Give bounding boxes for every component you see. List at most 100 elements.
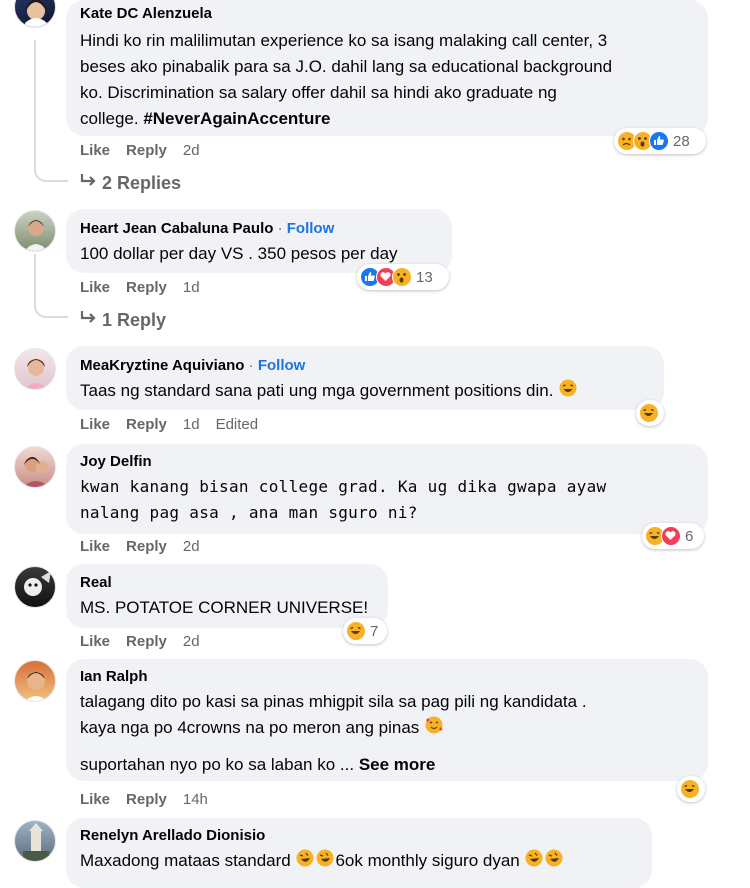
comment-author[interactable]: Kate DC Alenzuela (80, 4, 694, 24)
comment-timestamp[interactable]: 14h (183, 791, 208, 808)
comment-text: kwan kanang bisan college grad. Ka ug di… (80, 474, 694, 526)
comment-author[interactable]: Ian Ralph (80, 667, 694, 687)
comment-text-line: kwan kanang bisan college grad. Ka ug di… (80, 477, 607, 496)
wow-reaction-icon (392, 267, 412, 287)
see-more-link[interactable]: See more (359, 755, 436, 774)
reaction-summary[interactable]: 28 (614, 128, 706, 154)
comment-text: Maxadong mataas standard 6ok monthly sig… (80, 848, 638, 875)
comment-bubble: MeaKryztine Aquiviano · Follow Taas ng s… (66, 346, 664, 410)
comment-text: Hindi ko rin malilimutan experience ko s… (80, 28, 694, 132)
comment-text: talagang dito po kasi sa pinas mhigpit s… (80, 689, 694, 778)
comment-author: MeaKryztine Aquiviano · Follow (80, 356, 650, 376)
comment-actions: Like Reply 2d (80, 142, 216, 159)
comment-timestamp[interactable]: 1d (183, 279, 200, 296)
comment-author[interactable]: Renelyn Arellado Dionisio (80, 826, 638, 846)
thread-connector (34, 304, 68, 318)
haha-reaction-icon (680, 779, 700, 799)
author-name[interactable]: MeaKryztine Aquiviano (80, 357, 244, 374)
comment-bubble: Real MS. POTATOE CORNER UNIVERSE! (66, 564, 388, 628)
reply-arrow-icon (80, 310, 102, 331)
like-button[interactable]: Like (80, 142, 110, 159)
comment-author[interactable]: Real (80, 573, 374, 593)
avatar[interactable] (14, 446, 56, 488)
reply-button[interactable]: Reply (126, 416, 167, 433)
reaction-summary[interactable] (636, 400, 664, 426)
like-reaction-icon (649, 131, 669, 151)
like-button[interactable]: Like (80, 416, 110, 433)
comment-timestamp[interactable]: 2d (183, 142, 200, 159)
comment-bubble: Kate DC Alenzuela Hindi ko rin malilimut… (66, 0, 708, 136)
comment-text: Taas ng standard sana pati ung mga gover… (80, 378, 650, 405)
replies-count-label: 1 Reply (102, 310, 167, 330)
reply-arrow-icon (80, 173, 102, 194)
thread-line (34, 40, 36, 168)
comment-text-line: beses ako pinabalik para sa J.O. dahil l… (80, 57, 613, 76)
laughing-emoji-icon (559, 379, 577, 405)
rofl-emoji-icon (296, 849, 314, 875)
comment-text-line: ko. Discrimination sa salary offer dahil… (80, 83, 557, 102)
comment-actions: Like Reply 1d (80, 279, 216, 296)
avatar[interactable] (14, 210, 56, 252)
reply-button[interactable]: Reply (126, 279, 167, 296)
comment-text-line: college. (80, 109, 144, 128)
comment-text-line: 6ok monthly siguro dyan (335, 851, 525, 870)
hashtag-link[interactable]: #NeverAgainAccenture (143, 109, 330, 128)
comment-author: Heart Jean Cabaluna Paulo · Follow (80, 219, 438, 239)
edited-label: Edited (215, 416, 259, 433)
follow-button[interactable]: Follow (287, 220, 335, 237)
like-button[interactable]: Like (80, 791, 110, 808)
haha-reaction-icon (346, 621, 366, 641)
comment-bubble: Ian Ralph talagang dito po kasi sa pinas… (66, 659, 708, 781)
rofl-emoji-icon (316, 849, 334, 875)
view-replies-link[interactable]: 2 Replies (80, 173, 181, 194)
reply-button[interactable]: Reply (126, 633, 167, 650)
like-button[interactable]: Like (80, 279, 110, 296)
like-button[interactable]: Like (80, 538, 110, 555)
comment-actions: Like Reply 2d (80, 538, 216, 555)
comment-timestamp[interactable]: 2d (183, 633, 200, 650)
replies-count-label: 2 Replies (102, 173, 182, 193)
reaction-summary[interactable]: 13 (357, 264, 449, 290)
comment-text-line: Hindi ko rin malilimutan experience ko s… (80, 31, 608, 50)
comment-actions: Like Reply 2d (80, 633, 216, 650)
reaction-summary[interactable] (677, 776, 705, 802)
comment-text-line: nalang pag asa , ana man sguro ni? (80, 503, 418, 522)
reply-button[interactable]: Reply (126, 791, 167, 808)
separator: · (273, 220, 287, 237)
comment-bubble: Joy Delfin kwan kanang bisan college gra… (66, 444, 708, 534)
reply-button[interactable]: Reply (126, 142, 167, 159)
comment-timestamp[interactable]: 2d (183, 538, 200, 555)
comment-text: MS. POTATOE CORNER UNIVERSE! (80, 598, 369, 617)
love-reaction-icon (661, 526, 681, 546)
avatar[interactable] (14, 348, 56, 390)
view-replies-link[interactable]: 1 Reply (80, 310, 166, 331)
reaction-count: 13 (416, 268, 433, 286)
reaction-count: 28 (673, 132, 690, 150)
smiling-hearts-emoji-icon (425, 716, 443, 742)
comment-actions: Like Reply 1d Edited (80, 416, 274, 433)
like-button[interactable]: Like (80, 633, 110, 650)
comment-text-line: Taas ng standard sana pati ung mga gover… (80, 381, 554, 400)
rofl-emoji-icon (525, 849, 543, 875)
comment-thread: Kate DC Alenzuela Hindi ko rin malilimut… (0, 0, 750, 888)
comment-text-line: kaya nga po 4crowns na po meron ang pina… (80, 718, 425, 737)
comment-timestamp[interactable]: 1d (183, 416, 200, 433)
comment-text-line: suportahan nyo po ko sa laban ko ... (80, 754, 359, 774)
avatar[interactable] (14, 0, 56, 28)
reaction-count: 7 (370, 622, 379, 640)
reaction-summary[interactable]: 7 (343, 618, 387, 644)
avatar[interactable] (14, 566, 56, 608)
reaction-summary[interactable]: 6 (642, 523, 704, 549)
avatar[interactable] (14, 820, 56, 862)
rofl-emoji-icon (545, 849, 563, 875)
comment-text-line: talagang dito po kasi sa pinas mhigpit s… (80, 692, 587, 711)
avatar[interactable] (14, 660, 56, 702)
comment-author[interactable]: Joy Delfin (80, 452, 694, 472)
follow-button[interactable]: Follow (258, 357, 306, 374)
reaction-count: 6 (685, 527, 694, 545)
reply-button[interactable]: Reply (126, 538, 167, 555)
comment-text-line: Maxadong mataas standard (80, 851, 296, 870)
comment-bubble: Renelyn Arellado Dionisio Maxadong mataa… (66, 818, 652, 888)
author-name[interactable]: Heart Jean Cabaluna Paulo (80, 220, 273, 237)
thread-connector (34, 168, 68, 182)
